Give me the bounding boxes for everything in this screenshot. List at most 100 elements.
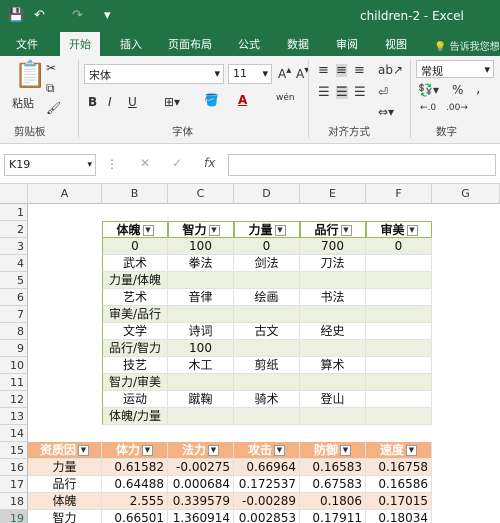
filter-dropdown-icon[interactable]: ▼ [142,225,154,236]
increase-decimal-icon[interactable]: ←.0 [420,104,436,113]
worksheet-grid[interactable]: A B C D E F G 1 2 3 4 5 6 7 8 9 10 11 12 13 14 15 16 17 1… [0,184,500,523]
redo-icon[interactable]: ↷ [72,8,83,23]
cell-c9[interactable]: 100 [168,340,234,357]
comma-button[interactable]: , [476,82,480,96]
number-format-box[interactable]: 常规 ▾ [416,60,494,78]
filter-dropdown-icon[interactable]: ▼ [142,445,153,456]
cell-c4[interactable]: 拳法 [168,255,234,272]
cell-f7[interactable] [366,306,432,323]
filter-dropdown-icon[interactable]: ▼ [208,225,220,236]
cancel-icon[interactable]: ✕ [140,157,150,169]
font-size-box[interactable]: 11 ▾ [228,64,272,84]
cell-f11[interactable] [366,374,432,391]
fill-color-icon[interactable]: 🪣 [204,94,219,106]
cell-c16[interactable]: -0.00275 [168,459,234,476]
cell-b7[interactable]: 审美/品行 [102,306,168,323]
cell-b9[interactable]: 品行/智力 [102,340,168,357]
font-name-box[interactable]: 宋体 ▾ [84,64,224,84]
cell-a19[interactable]: 智力 [28,510,102,523]
cell-d2[interactable]: 力量 ▼ [234,221,300,238]
col-header-f[interactable]: F [366,184,432,204]
cell-f18[interactable]: 0.17015 [366,493,432,510]
cell-e3[interactable]: 700 [300,238,366,255]
cell-d18[interactable]: -0.00289 [234,493,300,510]
format-painter-icon[interactable]: 🖌 [46,102,61,114]
decrease-decimal-icon[interactable]: .00→ [446,104,468,113]
enter-icon[interactable]: ✓ [172,157,182,169]
cell-d9[interactable] [234,340,300,357]
tab-view[interactable]: 视图 [385,36,407,52]
wrap-text-icon[interactable]: ⏎ [378,86,388,98]
cell-e15[interactable]: 防御 ▼ [300,442,366,459]
tab-file[interactable]: 文件 [16,36,38,52]
col-header-b[interactable]: B [102,184,168,204]
cell-d12[interactable]: 骑术 [234,391,300,408]
col-header-d[interactable]: D [234,184,300,204]
cell-b3[interactable]: 0 [102,238,168,255]
tab-review[interactable]: 审阅 [336,36,358,52]
row-header-15[interactable]: 15 [0,442,28,459]
customize-qat-icon[interactable]: ▾ [104,8,111,23]
cell-e8[interactable]: 经史 [300,323,366,340]
cell-e6[interactable]: 书法 [300,289,366,306]
cell-d13[interactable] [234,408,300,425]
cell-e16[interactable]: 0.16583 [300,459,366,476]
cell-b5[interactable]: 力量/体魄 [102,272,168,289]
cell-b18[interactable]: 2.555 [102,493,168,510]
cell-b6[interactable]: 艺术 [102,289,168,306]
row-header-13[interactable]: 13 [0,408,28,425]
row-header-7[interactable]: 7 [0,306,28,323]
cell-e9[interactable] [300,340,366,357]
cell-c2[interactable]: 智力 ▼ [168,221,234,238]
phonetic-icon[interactable]: wén [276,93,295,104]
cell-d5[interactable] [234,272,300,289]
insert-function-icon[interactable]: fx [204,157,215,169]
filter-dropdown-icon[interactable]: ▼ [406,445,417,456]
tell-me-search[interactable]: 💡 告诉我您想 [434,38,500,53]
cell-d19[interactable]: 0.002853 [234,510,300,523]
cell-b15[interactable]: 体力 ▼ [102,442,168,459]
row-header-10[interactable]: 10 [0,357,28,374]
cell-c13[interactable] [168,408,234,425]
cell-e5[interactable] [300,272,366,289]
cell-f16[interactable]: 0.16758 [366,459,432,476]
cell-d17[interactable]: 0.172537 [234,476,300,493]
row-header-19[interactable]: 19 [0,510,28,523]
undo-icon[interactable]: ↶ [34,8,45,23]
tab-formulas[interactable]: 公式 [238,36,260,52]
cell-f17[interactable]: 0.16586 [366,476,432,493]
cell-d11[interactable] [234,374,300,391]
col-header-c[interactable]: C [168,184,234,204]
percent-button[interactable]: % [452,84,463,96]
cell-e19[interactable]: 0.17911 [300,510,366,523]
cell-d16[interactable]: 0.66964 [234,459,300,476]
cell-c3[interactable]: 100 [168,238,234,255]
bold-button[interactable]: B [88,96,97,108]
cell-f6[interactable] [366,289,432,306]
borders-icon[interactable]: ⊞▾ [164,96,180,108]
merge-center-icon[interactable]: ⇔▾ [378,106,394,118]
orientation-icon[interactable]: ab↗ [378,64,403,76]
cell-c19[interactable]: 1.360914 [168,510,234,523]
cell-f12[interactable] [366,391,432,408]
cell-e11[interactable] [300,374,366,391]
paste-button[interactable]: 粘贴 [12,98,34,109]
cell-f4[interactable] [366,255,432,272]
cell-e4[interactable]: 刀法 [300,255,366,272]
col-header-g[interactable]: G [432,184,500,204]
cell-a17[interactable]: 品行 [28,476,102,493]
currency-icon[interactable]: 💱▾ [418,84,439,96]
align-middle-icon[interactable]: ≡ [336,64,347,77]
cell-b8[interactable]: 文学 [102,323,168,340]
row-header-1[interactable]: 1 [0,204,28,221]
row-header-4[interactable]: 4 [0,255,28,272]
paste-icon[interactable]: 📋 [14,62,46,88]
cell-b10[interactable]: 技艺 [102,357,168,374]
tab-data[interactable]: 数据 [287,36,309,52]
row-header-14[interactable]: 14 [0,425,28,442]
filter-dropdown-icon[interactable]: ▼ [78,445,89,456]
select-all-corner[interactable] [0,184,28,204]
cell-d4[interactable]: 剑法 [234,255,300,272]
cell-a16[interactable]: 力量 [28,459,102,476]
cell-b19[interactable]: 0.66501 [102,510,168,523]
